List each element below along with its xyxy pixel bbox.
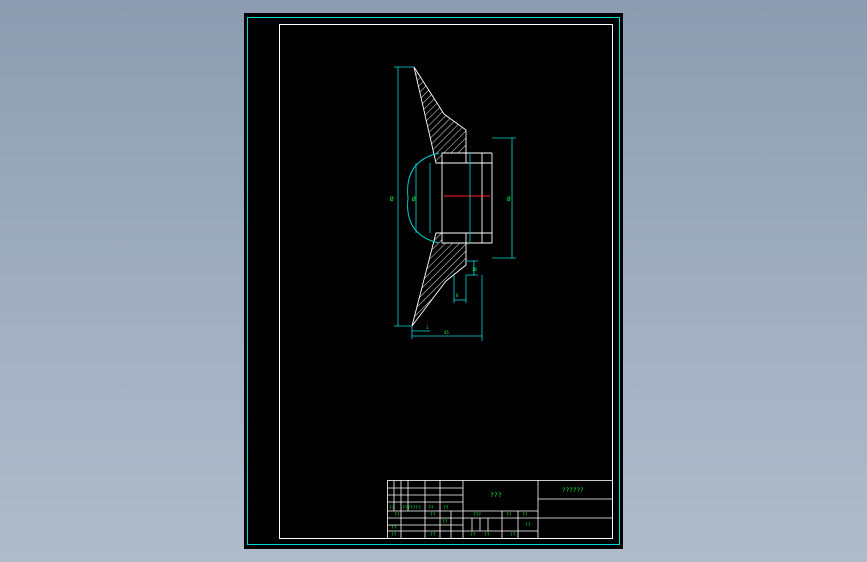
dim-overall-width: 45 [444,330,449,335]
dim-bore-right: Ø [507,196,511,203]
dim-lower-height: 8 [456,293,459,298]
dim-outer-diameter: Ø [390,196,394,203]
drawing-number: ?????? [562,487,584,494]
drawing-canvas: Ø Ø Ø 10 8 45 1 ??? ?????? ?? ??? ???? ?… [247,17,620,545]
tb-label: ?? [394,512,400,518]
tb-label: ?? [442,519,448,525]
tb-label: ?? [428,505,434,511]
part-name: ??? [490,491,502,499]
tb-label: ??? [473,512,481,518]
tb-label: ?? [430,512,436,518]
hatched-section-lower [411,232,467,327]
hatched-section-upper [413,66,467,164]
dimension-lines [394,66,516,341]
tb-label: ?? [391,525,397,531]
tb-label: ?? [389,505,395,511]
dim-small-height: 10 [472,267,477,272]
drawing-sheet: Ø Ø Ø 10 8 45 1 ??? ?????? ?? ??? ???? ?… [244,13,623,549]
hub-bore [436,152,493,244]
cad-viewport[interactable]: Ø Ø Ø 10 8 45 1 ??? ?????? ?? ??? ???? ?… [0,0,867,562]
tb-label: ?? [470,532,476,538]
dim-offset: 1 [426,325,429,330]
tb-label: ?? [522,512,528,518]
tb-label: ?? [506,512,512,518]
tb-label: ?? [391,532,397,538]
tb-label: ???? [410,505,421,511]
tb-label: ?? [510,532,516,538]
dim-bore-left: Ø [412,196,416,203]
tb-label: ?? [484,532,490,538]
tb-label: ?? [430,532,436,538]
tb-label: ?? [443,505,449,511]
tb-label: ?? [525,522,531,528]
